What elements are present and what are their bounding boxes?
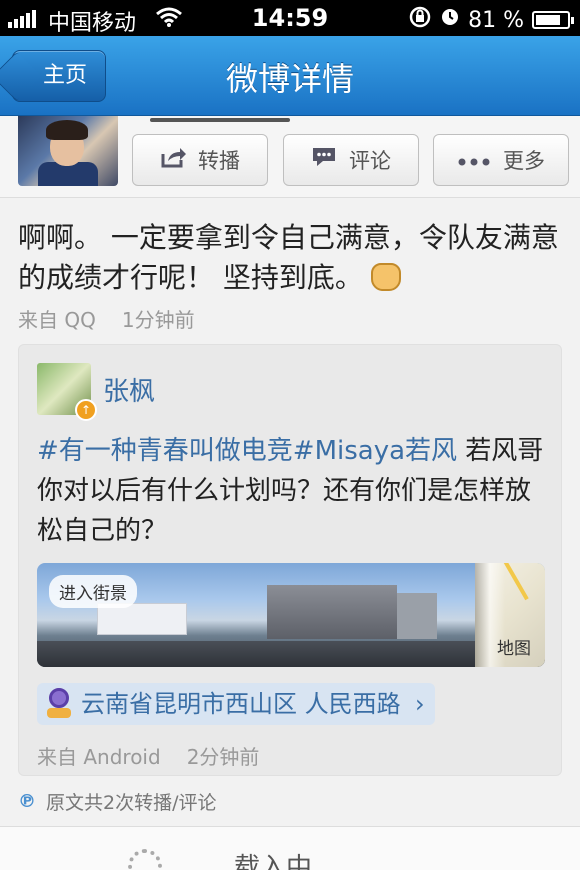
location-text: 云南省昆明市西山区 人民西路 (81, 690, 401, 718)
comment-button[interactable]: 评论 (283, 134, 419, 186)
alarm-icon (440, 7, 460, 33)
ellipsis-icon (457, 148, 491, 173)
retweet-body: #有一种青春叫做电竞#Misaya若风 若风哥你对以后有什么计划吗？还有你们是怎… (37, 431, 547, 551)
spinner-icon (128, 849, 162, 870)
retweet-meta: 来自 Android 2分钟前 (37, 741, 259, 770)
street-view-map[interactable]: 进入街景 地图 (37, 563, 545, 667)
battery-percent: 81 % (468, 7, 524, 33)
share-icon (160, 146, 186, 174)
more-button[interactable]: 更多 (433, 134, 569, 186)
retweet-source: 来自 Android (37, 745, 161, 769)
rotation-lock-icon (408, 5, 432, 35)
summary-text: 原文共2次转播/评论 (46, 792, 217, 814)
comment-label: 评论 (349, 149, 391, 173)
loading-indicator: 载入中 (0, 826, 580, 870)
status-bar: 中国移动 14:59 81 % (0, 0, 580, 36)
action-row: 转播 评论 更多 (0, 116, 580, 198)
post-body: 啊啊。 一定要拿到令自己满意，令队友满意的成绩才行呢！ 坚持到底。 (18, 218, 563, 298)
location-pin-icon (47, 688, 71, 718)
location-link[interactable]: 云南省昆明市西山区 人民西路 › (37, 683, 435, 725)
navigation-bar: 主页 微博详情 (0, 36, 580, 116)
more-label: 更多 (503, 149, 545, 173)
level-badge-icon: ↑ (75, 399, 97, 421)
post-source: 来自 QQ (18, 308, 96, 332)
comment-icon (311, 146, 337, 174)
topic-tag-link[interactable]: #有一种青春叫做电竞#Misaya若风 (37, 436, 457, 466)
map-link[interactable]: 地图 (497, 634, 531, 659)
chevron-right-icon: › (415, 690, 425, 718)
original-post-summary[interactable]: ℗ 原文共2次转播/评论 (18, 788, 217, 815)
loading-text: 载入中 (234, 853, 313, 870)
repost-label: 转播 (198, 149, 240, 173)
post-time: 1分钟前 (121, 308, 195, 332)
repost-button[interactable]: 转播 (132, 134, 268, 186)
retweet-time: 2分钟前 (186, 745, 260, 769)
author-name-clipped (150, 112, 310, 122)
post-text: 啊啊。 一定要拿到令自己满意，令队友满意的成绩才行呢！ 坚持到底。 (18, 221, 559, 294)
post-meta: 来自 QQ 1分钟前 (18, 304, 195, 333)
retweet-author-avatar[interactable]: ↑ (37, 363, 97, 421)
page-title: 微博详情 (225, 60, 354, 98)
battery-icon (532, 11, 574, 29)
fist-emoji-icon (370, 263, 401, 291)
post-detail: 啊啊。 一定要拿到令自己满意，令队友满意的成绩才行呢！ 坚持到底。 来自 QQ 1… (0, 198, 580, 826)
author-avatar[interactable] (18, 116, 118, 186)
weibo-small-icon: ℗ (18, 791, 36, 812)
retweet-author-name[interactable]: 张枫 (103, 371, 155, 408)
street-view-button[interactable]: 进入街景 (49, 575, 137, 608)
retweet-card[interactable]: ↑ 张枫 #有一种青春叫做电竞#Misaya若风 若风哥你对以后有什么计划吗？还… (18, 344, 562, 776)
